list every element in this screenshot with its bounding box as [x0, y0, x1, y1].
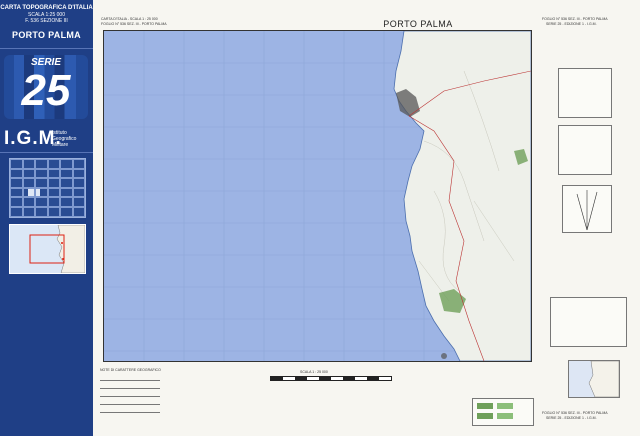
sheet-index-grid	[9, 158, 86, 218]
index-grid-cell	[10, 168, 23, 179]
legend-rule-5	[100, 412, 160, 413]
swatch-light-green-2	[497, 413, 513, 419]
cover-sheet-name: PORTO PALMA	[12, 30, 81, 40]
index-grid-cell	[22, 197, 35, 207]
town-marker	[441, 353, 447, 359]
adjacent-sheets-diagram	[568, 360, 620, 398]
right-header-2: SERIE 25 - EDIZIONE 1 - I.G.M.	[546, 22, 597, 26]
map-title: PORTO PALMA	[383, 19, 453, 29]
index-grid-cell	[22, 187, 35, 198]
serie-number: 25	[21, 66, 71, 115]
index-grid-cell	[35, 168, 48, 179]
publisher-name: Istituto Geografico Militare	[52, 130, 76, 148]
index-grid-cell	[60, 159, 73, 169]
legend-rule-2	[100, 388, 160, 389]
index-grid-cell	[35, 207, 48, 217]
index-grid-cell	[72, 178, 85, 188]
declination-diagram	[562, 185, 612, 233]
index-grid-cell	[72, 159, 85, 169]
index-grid-cell	[35, 197, 48, 207]
serie-badge: SERIE 25	[4, 55, 88, 119]
index-grid-cell	[72, 168, 85, 179]
index-grid-cell	[60, 207, 73, 217]
index-grid-cell	[60, 168, 73, 179]
swatch-green-2	[477, 413, 493, 419]
index-grid-cell	[10, 159, 23, 169]
cover-title-line1: CARTA TOPOGRAFICA D'ITALIA	[0, 5, 93, 11]
index-grid-cell	[22, 207, 35, 217]
cover-divider-2	[0, 152, 93, 153]
locator-map	[9, 224, 86, 274]
sheet-header-left-2: FOGLIO N° 536 SEZ. III - PORTO PALMA	[101, 22, 167, 26]
index-grid-cell	[10, 197, 23, 207]
swatch-green	[477, 403, 493, 409]
index-grid-cell	[10, 178, 23, 188]
index-grid-cell	[35, 187, 48, 198]
map-drawing	[104, 31, 531, 361]
index-grid-cell	[22, 178, 35, 188]
cover-divider	[0, 48, 93, 49]
index-grid-cell	[60, 197, 73, 207]
scale-bar	[270, 376, 392, 381]
publisher-name-3: Militare	[52, 142, 69, 148]
index-grid-cell	[22, 159, 35, 169]
legend-rule-3	[100, 396, 160, 397]
symbol-swatches	[472, 398, 534, 426]
index-grid-cell	[47, 168, 60, 179]
scale-bar-label: SCALA 1 : 25 000	[300, 370, 328, 374]
index-grid-cell	[60, 178, 73, 188]
coastline-land	[393, 31, 531, 361]
topographic-map[interactable]	[103, 30, 532, 362]
cover-panel: CARTA TOPOGRAFICA D'ITALIA SCALA 1:25 00…	[0, 0, 93, 436]
index-grid-cell	[47, 178, 60, 188]
bottom-left-title: NOTE DI CARATTERE GEOGRAFICO	[100, 368, 161, 372]
declination-drawing	[576, 190, 598, 231]
index-grid-cell	[47, 187, 60, 198]
index-grid-cell	[60, 187, 73, 198]
index-grid-cell	[72, 197, 85, 207]
locator-map-drawing	[29, 224, 86, 274]
index-grid-cell	[10, 187, 23, 198]
cover-title-line3: F. 536 SEZIONE III	[25, 18, 68, 24]
bottom-right-2: SERIE 25 - EDIZIONE 1 - I.G.M.	[546, 416, 597, 420]
place-names-table	[550, 297, 627, 347]
sheet-header-left-1: CARTA D'ITALIA - SCALA 1 : 25 000	[101, 17, 158, 21]
legend-rule	[100, 380, 160, 381]
right-header-1: FOGLIO N° 536 SEZ. III - PORTO PALMA	[542, 17, 608, 21]
legend-panel-2	[558, 125, 612, 175]
index-grid-cell	[22, 168, 35, 179]
index-grid-cell	[47, 159, 60, 169]
index-grid-cell	[72, 187, 85, 198]
index-grid-cell	[72, 207, 85, 217]
adjacent-sheets-drawing	[569, 360, 620, 398]
index-grid-cell	[35, 178, 48, 188]
index-grid-cell	[35, 159, 48, 169]
legend-rule-4	[100, 404, 160, 405]
index-grid-cell	[47, 197, 60, 207]
bottom-right-1: FOGLIO N° 536 SEZ. III - PORTO PALMA	[542, 411, 608, 415]
right-margin: FOGLIO N° 536 SEZ. III - PORTO PALMA SER…	[540, 17, 632, 420]
bottom-legend: NOTE DI CARATTERE GEOGRAFICO SCALA 1 : 2…	[100, 368, 540, 430]
legend-panel-1	[558, 68, 612, 118]
index-grid-cell	[10, 207, 23, 217]
index-grid-cell	[47, 207, 60, 217]
swatch-light-green	[497, 403, 513, 409]
